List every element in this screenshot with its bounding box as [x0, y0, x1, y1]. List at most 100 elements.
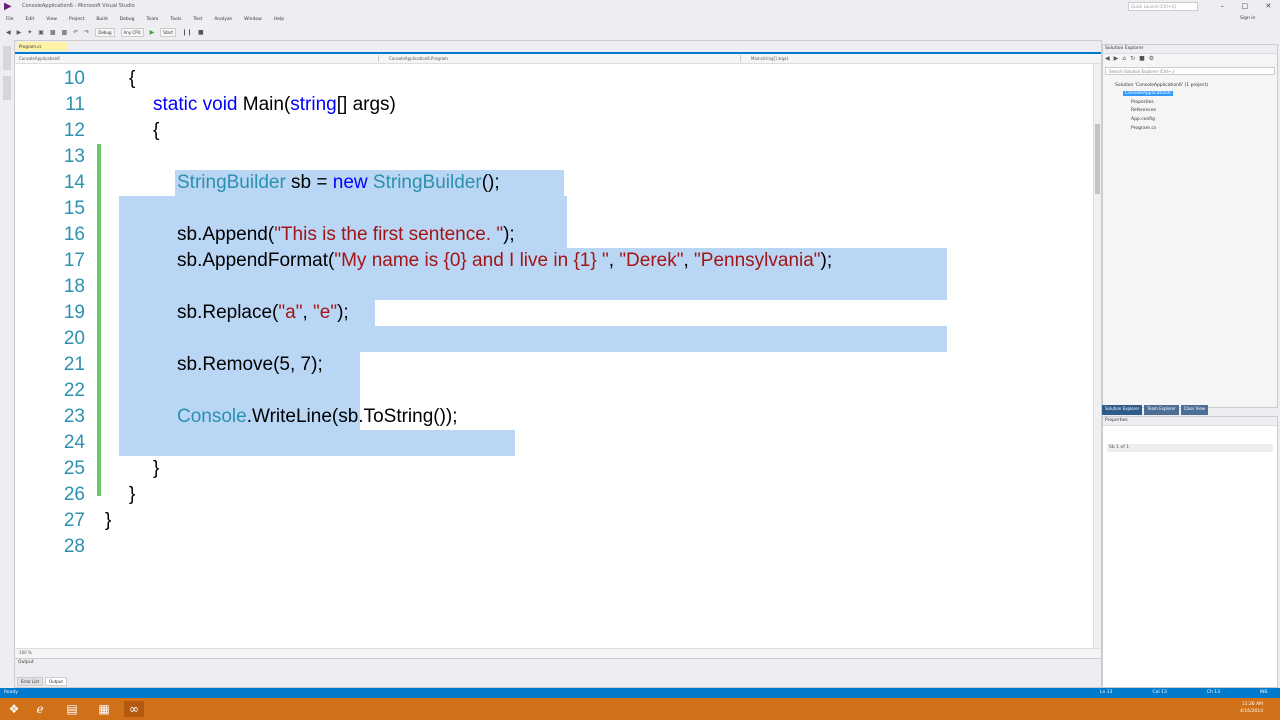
tree-solution[interactable]: Solution 'ConsoleApplication6' (1 projec…: [1115, 83, 1208, 88]
line-number: 14: [63, 172, 85, 193]
zoom-level[interactable]: 100 %: [19, 650, 32, 655]
internet-explorer-icon[interactable]: ℯ: [30, 701, 50, 717]
stop-icon[interactable]: ■: [198, 29, 204, 36]
back-icon[interactable]: ◀: [6, 29, 11, 36]
code-token: StringBuilder: [177, 172, 286, 193]
line-number: 20: [63, 328, 85, 349]
tab-output[interactable]: Output: [45, 677, 67, 686]
excel-icon[interactable]: ▦: [94, 701, 114, 717]
code-area[interactable]: 10 11 12 13 14 15 16 17 18 19 20 21 22 2…: [15, 64, 1093, 659]
code-token: static void: [153, 94, 238, 115]
vertical-scrollbar[interactable]: [1093, 64, 1101, 659]
code-token: Main(: [237, 94, 291, 115]
solution-search-input[interactable]: Search Solution Explorer (Ctrl+;): [1105, 67, 1275, 75]
member-dropdown[interactable]: Main(string[] args): [749, 55, 1099, 62]
status-line: Ln 13: [1100, 690, 1113, 695]
new-project-icon[interactable]: ✦: [27, 29, 32, 36]
home-icon[interactable]: ⌂: [1122, 55, 1126, 62]
menu-project[interactable]: Project: [69, 14, 84, 26]
tree-app-config[interactable]: App.config: [1131, 117, 1155, 122]
save-icon[interactable]: ▩: [50, 29, 56, 36]
tab-team-explorer[interactable]: Team Explorer: [1144, 405, 1179, 415]
start-icon[interactable]: ▶: [150, 29, 155, 36]
change-indicator: [97, 144, 101, 496]
forward-icon[interactable]: ▶: [17, 29, 22, 36]
start-button[interactable]: Start: [160, 27, 176, 37]
redo-icon[interactable]: ↷: [84, 29, 89, 36]
code-token: ,: [608, 250, 620, 271]
menu-build[interactable]: Build: [96, 14, 107, 26]
visual-studio-icon[interactable]: ∞: [124, 701, 144, 717]
code-editor: Program.cs ConsoleApplication6 ConsoleAp…: [14, 40, 1102, 659]
windows-start-icon[interactable]: ❖: [4, 701, 24, 717]
menu-file[interactable]: File: [6, 14, 14, 26]
line-number: 19: [63, 302, 85, 323]
solution-explorer-panel: Solution Explorer ◀ ▶ ⌂ ↻ ■ ⚙ Search Sol…: [1102, 44, 1278, 408]
status-ins: INS: [1259, 690, 1268, 695]
code-token: sb.Append(: [177, 224, 275, 245]
line-number: 16: [63, 224, 85, 245]
quick-launch-input[interactable]: Quick Launch (Ctrl+Q): [1128, 2, 1198, 11]
output-title: Output: [18, 660, 34, 665]
properties-icon[interactable]: ⚙: [1149, 55, 1154, 62]
platform-select[interactable]: Any CPU: [120, 27, 144, 37]
refresh-icon[interactable]: ↻: [1130, 55, 1135, 62]
left-tool-strip: [0, 40, 15, 688]
menu-tools[interactable]: Tools: [170, 14, 181, 26]
menu-edit[interactable]: Edit: [26, 14, 35, 26]
sign-in-link[interactable]: Sign in: [1240, 16, 1255, 21]
tree-program-cs[interactable]: Program.cs: [1131, 126, 1156, 131]
code-line-14: StringBuilder sb = new StringBuilder();: [177, 172, 500, 194]
collapse-icon[interactable]: ■: [1139, 55, 1145, 62]
open-icon[interactable]: ▣: [38, 29, 44, 36]
tab-program-cs[interactable]: Program.cs: [17, 42, 67, 51]
code-token: "My name is {0} and I live in {1} ": [334, 250, 609, 271]
line-number: 26: [63, 484, 85, 505]
tree-properties[interactable]: Properties: [1131, 100, 1154, 105]
selection-highlight: [119, 430, 515, 456]
project-dropdown[interactable]: ConsoleApplication6: [17, 55, 379, 62]
forward-icon[interactable]: ▶: [1114, 55, 1119, 62]
code-token: );: [337, 302, 349, 323]
tree-references[interactable]: References: [1131, 108, 1156, 113]
file-explorer-icon[interactable]: ▤: [62, 701, 82, 717]
back-icon[interactable]: ◀: [1105, 55, 1110, 62]
line-number: 12: [63, 120, 85, 141]
system-clock[interactable]: 11:26 AM 4/16/2014: [1240, 701, 1263, 715]
toolbox-tab[interactable]: [3, 76, 11, 100]
menu-debug[interactable]: Debug: [120, 14, 135, 26]
line-number: 15: [63, 198, 85, 219]
tree-project[interactable]: ConsoleApplication6: [1123, 91, 1173, 96]
configuration-select[interactable]: Debug: [95, 27, 115, 37]
menu-help[interactable]: Help: [274, 14, 284, 26]
menu-view[interactable]: View: [46, 14, 57, 26]
menu-team[interactable]: Team: [146, 14, 158, 26]
menu-analyze[interactable]: Analyze: [214, 14, 232, 26]
code-token: ,: [302, 302, 314, 323]
scrollbar-thumb[interactable]: [1095, 124, 1100, 194]
tab-solution-explorer[interactable]: Solution Explorer: [1102, 405, 1143, 415]
code-line-11: static void Main(string[] args): [153, 94, 396, 116]
pause-icon[interactable]: ❙❙: [182, 29, 192, 36]
save-all-icon[interactable]: ▩: [62, 29, 68, 36]
code-line-12: {: [153, 120, 160, 141]
maximize-icon[interactable]: □: [1241, 0, 1248, 12]
properties-object-row[interactable]: Sb 1 of 1: [1107, 444, 1273, 452]
undo-icon[interactable]: ↶: [73, 29, 78, 36]
code-line-10: {: [129, 68, 136, 89]
tab-error-list[interactable]: Error List: [17, 677, 44, 686]
code-line-25: }: [153, 458, 160, 479]
panel-header: Properties: [1103, 417, 1277, 426]
server-explorer-tab[interactable]: [3, 46, 11, 70]
document-tab-strip: Program.cs: [15, 41, 1101, 54]
code-token: new: [332, 172, 368, 193]
code-token: "Pennsylvania": [694, 250, 821, 271]
close-icon[interactable]: ✕: [1265, 0, 1271, 12]
tab-class-view[interactable]: Class View: [1180, 405, 1209, 415]
menu-window[interactable]: Window: [244, 14, 262, 26]
class-dropdown[interactable]: ConsoleApplication6.Program: [387, 55, 741, 62]
menu-test[interactable]: Test: [193, 14, 202, 26]
output-panel: Output Error List Output: [14, 658, 1102, 688]
minimize-icon[interactable]: –: [1221, 0, 1225, 12]
clock-time: 11:26 AM: [1241, 702, 1264, 707]
